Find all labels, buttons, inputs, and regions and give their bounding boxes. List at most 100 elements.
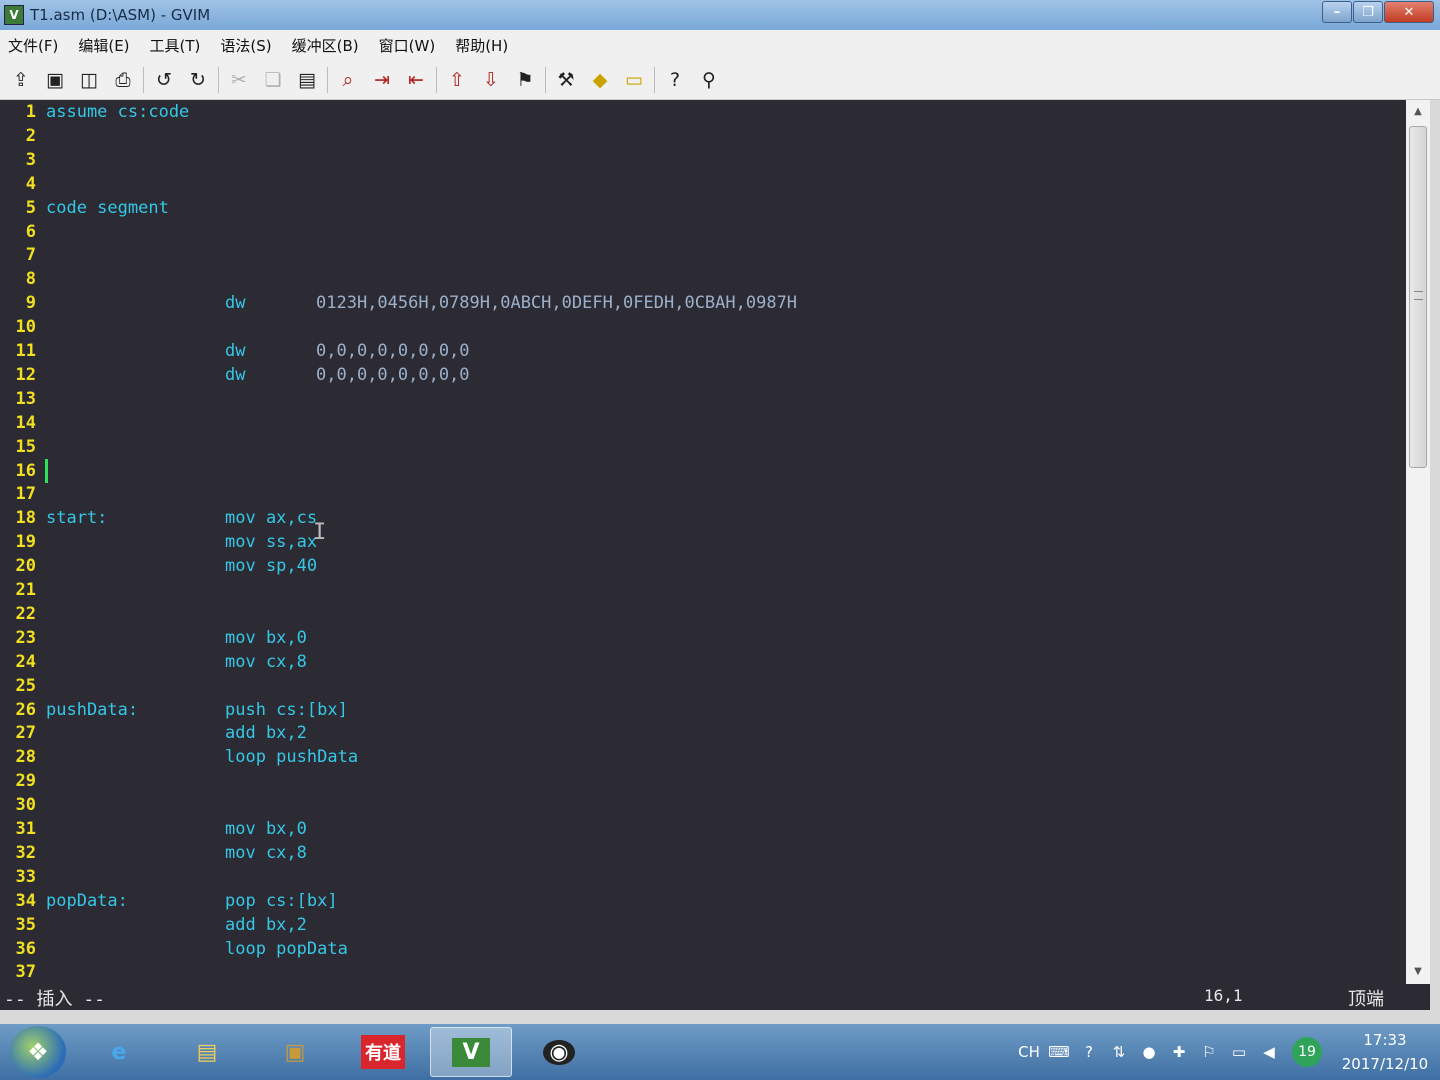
code-line[interactable]: 27 add bx,2 xyxy=(0,721,1406,745)
task-obs[interactable]: ◉ xyxy=(518,1027,600,1077)
scrollbar-thumb[interactable] xyxy=(1409,126,1427,468)
find-prev-icon[interactable]: ⇤ xyxy=(399,65,433,95)
task-ie[interactable]: e xyxy=(78,1027,160,1077)
code-line[interactable]: 13 xyxy=(0,387,1406,411)
code-line[interactable]: 1 assume cs:code xyxy=(0,100,1406,124)
menu-syntax[interactable]: 语法(S) xyxy=(220,35,271,56)
start-button[interactable]: ❖ xyxy=(10,1026,66,1078)
network-icon[interactable]: ⇅ xyxy=(1104,1043,1134,1061)
code-line[interactable]: 2 xyxy=(0,124,1406,148)
code-line[interactable]: 5 code segment xyxy=(0,196,1406,220)
code-line[interactable]: 37 xyxy=(0,960,1406,984)
code-label: popData: xyxy=(46,890,128,911)
code-line[interactable]: 12 dw 0,0,0,0,0,0,0,0 xyxy=(0,363,1406,387)
code-line[interactable]: 33 xyxy=(0,865,1406,889)
line-number: 24 xyxy=(15,651,36,672)
code-line[interactable]: 36 loop popData xyxy=(0,937,1406,961)
maximize-button[interactable]: ❐ xyxy=(1353,1,1383,23)
save-icon[interactable]: ▣ xyxy=(38,65,72,95)
code-instruction: push cs:[bx] xyxy=(225,699,348,720)
line-number: 15 xyxy=(15,436,36,457)
code-line[interactable]: 21 xyxy=(0,578,1406,602)
load-session-icon[interactable]: ⇧ xyxy=(440,65,474,95)
task-archive[interactable]: ▣ xyxy=(254,1027,336,1077)
menu-buffers[interactable]: 缓冲区(B) xyxy=(292,35,359,56)
task-gvim[interactable]: V xyxy=(430,1027,512,1077)
code-line[interactable]: 30 xyxy=(0,793,1406,817)
task-explorer[interactable]: ▤ xyxy=(166,1027,248,1077)
menu-tools[interactable]: 工具(T) xyxy=(150,35,201,56)
code-line[interactable]: 20 mov sp,40 xyxy=(0,554,1406,578)
open-icon[interactable]: ⇪ xyxy=(4,65,38,95)
editor-area[interactable]: 1 assume cs:code 2 3 4 5 code segment 6 7 8 9 dw 012… xyxy=(0,100,1406,984)
help-icon[interactable]: ? xyxy=(658,65,692,95)
save-session-icon[interactable]: ⇩ xyxy=(474,65,508,95)
code-line[interactable]: 24 mov cx,8 xyxy=(0,650,1406,674)
code-line[interactable]: 10 xyxy=(0,315,1406,339)
clock[interactable]: 17:33 2017/12/10 xyxy=(1330,1028,1440,1076)
code-line[interactable]: 16 xyxy=(0,458,1406,483)
code-line[interactable]: 28 loop pushData xyxy=(0,745,1406,769)
code-line[interactable]: 4 xyxy=(0,172,1406,196)
code-line[interactable]: 31 mov bx,0 xyxy=(0,817,1406,841)
menu-help[interactable]: 帮助(H) xyxy=(455,35,508,56)
volume-icon[interactable]: ◀ xyxy=(1254,1043,1284,1061)
find-next-icon[interactable]: ⇥ xyxy=(365,65,399,95)
code-line[interactable]: 17 xyxy=(0,482,1406,506)
code-line[interactable]: 11 dw 0,0,0,0,0,0,0,0 xyxy=(0,339,1406,363)
code-line[interactable]: 18 start: mov ax,cs xyxy=(0,506,1406,530)
code-line[interactable]: 3 xyxy=(0,148,1406,172)
menu-edit[interactable]: 编辑(E) xyxy=(78,35,129,56)
notification-badge[interactable]: 19 xyxy=(1292,1037,1322,1067)
build-tags-icon[interactable]: ◆ xyxy=(583,65,617,95)
help-icon[interactable]: ? xyxy=(1074,1043,1104,1061)
jump-tag-icon[interactable]: ▭ xyxy=(617,65,651,95)
redo-icon[interactable]: ↻ xyxy=(181,65,215,95)
menu-file[interactable]: 文件(F) xyxy=(8,35,58,56)
code-line[interactable]: 15 xyxy=(0,435,1406,459)
code-line[interactable]: 23 mov bx,0 xyxy=(0,626,1406,650)
code-line[interactable]: 32 mov cx,8 xyxy=(0,841,1406,865)
toolbar-separator xyxy=(545,66,546,93)
run-script-icon[interactable]: ⚑ xyxy=(508,65,542,95)
code-line[interactable]: 35 add bx,2 xyxy=(0,913,1406,937)
code-line[interactable]: 19 mov ss,ax xyxy=(0,530,1406,554)
print-icon[interactable]: ⎙ xyxy=(106,65,140,95)
code-line[interactable]: 6 xyxy=(0,220,1406,244)
copy-icon[interactable]: ❏ xyxy=(256,65,290,95)
input-language[interactable]: CH xyxy=(1014,1043,1044,1061)
find-help-icon[interactable]: ⚲ xyxy=(692,65,726,95)
save-all-icon[interactable]: ◫ xyxy=(72,65,106,95)
find-replace-icon[interactable]: ⌕ xyxy=(331,65,365,95)
scroll-up-arrow-icon[interactable]: ▲ xyxy=(1406,102,1430,122)
line-number: 23 xyxy=(15,627,36,648)
security-icon[interactable]: ✚ xyxy=(1164,1043,1194,1061)
code-line[interactable]: 8 xyxy=(0,267,1406,291)
make-icon[interactable]: ⚒ xyxy=(549,65,583,95)
code-line[interactable]: 14 xyxy=(0,411,1406,435)
undo-icon[interactable]: ↺ xyxy=(147,65,181,95)
line-number: 3 xyxy=(25,149,36,170)
display-icon[interactable]: ▭ xyxy=(1224,1043,1254,1061)
cut-icon[interactable]: ✂ xyxy=(222,65,256,95)
scroll-down-arrow-icon[interactable]: ▼ xyxy=(1406,962,1430,982)
close-button[interactable]: ✕ xyxy=(1384,1,1434,23)
flag-icon[interactable]: ⚐ xyxy=(1194,1043,1224,1061)
line-number: 25 xyxy=(15,675,36,696)
code-line[interactable]: 29 xyxy=(0,769,1406,793)
menu-window[interactable]: 窗口(W) xyxy=(379,35,436,56)
app-tray-icon[interactable]: ● xyxy=(1134,1043,1164,1061)
system-tray: CH ⌨ ? ⇅ ● ✚ ⚐ ▭ ◀ 19 17:33 2017/12/10 xyxy=(1014,1024,1440,1080)
code-line[interactable]: 7 xyxy=(0,243,1406,267)
paste-icon[interactable]: ▤ xyxy=(290,65,324,95)
minimize-button[interactable]: – xyxy=(1322,1,1352,23)
code-line[interactable]: 22 xyxy=(0,602,1406,626)
line-number: 9 xyxy=(25,293,36,314)
code-line[interactable]: 26 pushData: push cs:[bx] xyxy=(0,698,1406,722)
code-line[interactable]: 9 dw 0123H,0456H,0789H,0ABCH,0DEFH,0FEDH,0… xyxy=(0,291,1406,315)
vertical-scrollbar[interactable]: ▲ ▼ xyxy=(1406,100,1430,984)
keyboard-icon[interactable]: ⌨ xyxy=(1044,1043,1074,1061)
code-line[interactable]: 34 popData: pop cs:[bx] xyxy=(0,889,1406,913)
code-line[interactable]: 25 xyxy=(0,674,1406,698)
task-youdao[interactable]: 有道 xyxy=(342,1027,424,1077)
